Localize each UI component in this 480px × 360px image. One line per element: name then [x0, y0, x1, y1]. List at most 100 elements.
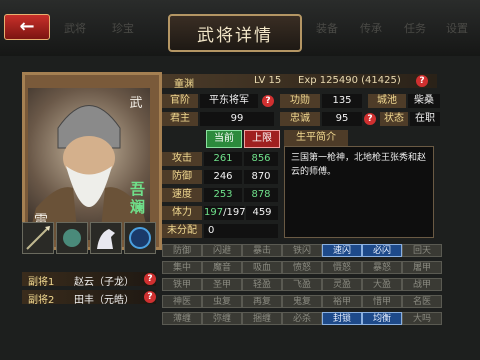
skill-cell[interactable]: 速闪 [322, 244, 362, 257]
defense-current: 246 [204, 170, 242, 184]
skill-cell[interactable]: 虫复 [202, 295, 242, 308]
spear-icon [26, 226, 50, 250]
rank-value: 平东将军 [200, 94, 258, 108]
skill-cell[interactable]: 惜甲 [362, 295, 402, 308]
loyalty-label: 忠诚 [280, 112, 320, 126]
skill-cell[interactable]: 必杀 [282, 312, 322, 325]
unassigned-label: 未分配 [162, 224, 202, 238]
skill-cell[interactable]: 均衡 [362, 312, 402, 325]
attack-current: 261 [204, 152, 242, 166]
skill-cell[interactable]: 铁甲 [162, 278, 202, 291]
skill-cell[interactable]: 愤怒 [282, 261, 322, 274]
attack-max: 856 [244, 152, 278, 166]
attack-label: 攻击 [162, 152, 202, 166]
arrow-left-icon: ← [19, 16, 35, 37]
limit-button[interactable]: 上限 [244, 130, 280, 148]
skill-cell[interactable]: 再复 [242, 295, 282, 308]
ghost-tab: 装备 [316, 22, 338, 35]
treasure-slot[interactable] [124, 222, 156, 254]
lieutenant-label: 副将2 [28, 295, 55, 306]
skill-cell[interactable]: 闪避 [202, 244, 242, 257]
skill-cell[interactable]: 魔音 [202, 261, 242, 274]
skill-cell[interactable]: 暴怒 [362, 261, 402, 274]
skill-cell[interactable]: 铁闪 [282, 244, 322, 257]
exp-text: Exp 125490 (41425) [298, 75, 401, 86]
skill-cell[interactable]: 吸血 [242, 261, 282, 274]
city-value: 柴桑 [408, 94, 440, 108]
hp-label: 体力 [162, 206, 202, 220]
rank-help-icon[interactable]: ? [262, 95, 274, 107]
unassigned-value: 0 [204, 224, 278, 238]
exp-help-icon[interactable]: ? [416, 75, 428, 87]
speed-current: 253 [204, 188, 242, 202]
armor-icon [63, 229, 81, 247]
back-button[interactable]: ← [4, 14, 50, 40]
hp-current: 197 [204, 207, 224, 218]
ghost-tab: 设置 [446, 22, 468, 35]
skill-cell[interactable]: 战甲 [402, 278, 442, 291]
skill-cell[interactable]: 捆缠 [242, 312, 282, 325]
hp-current-group: 197/197 [204, 206, 246, 220]
ghost-tab: 珍宝 [112, 22, 134, 35]
ghost-tab: 传承 [360, 22, 382, 35]
spear-slot[interactable] [22, 222, 54, 254]
skill-cell[interactable]: 慑怒 [322, 261, 362, 274]
skill-cell[interactable]: 回天 [402, 244, 442, 257]
skill-cell[interactable]: 集中 [162, 261, 202, 274]
general-calligraphy: 吾斓 [130, 180, 146, 216]
lieutenant2-help-icon[interactable]: ? [144, 291, 156, 303]
city-label: 城池 [368, 94, 406, 108]
skill-cell[interactable]: 灵盈 [322, 278, 362, 291]
skill-cell[interactable]: 大吗 [402, 312, 442, 325]
level-text: LV 15 [254, 75, 282, 86]
status-label: 状态 [380, 112, 408, 126]
skill-cell[interactable]: 封锁 [322, 312, 362, 325]
skill-cell[interactable]: 鬼复 [282, 295, 322, 308]
hp-max: 459 [246, 206, 278, 220]
lieutenant-name: 田丰（元皓） [74, 295, 134, 306]
lieutenant-row[interactable]: 副将2 田丰（元皓） [22, 290, 156, 306]
general-name: 童渊 [174, 79, 194, 90]
defense-label: 防御 [162, 170, 202, 184]
lieutenant-label: 副将1 [28, 277, 55, 288]
bio-text: 三国第一枪神，北地枪王张秀和赵云的师傅。 [284, 146, 434, 238]
skill-cell[interactable]: 屠甲 [402, 261, 442, 274]
rank-label: 官阶 [162, 94, 198, 108]
skill-cell[interactable]: 薄缠 [162, 312, 202, 325]
skill-cell[interactable]: 必闪 [362, 244, 402, 257]
skill-cell[interactable]: 神医 [162, 295, 202, 308]
status-value: 在职 [410, 112, 440, 126]
loyalty-value: 95 [322, 112, 362, 126]
lieutenant1-help-icon[interactable]: ? [144, 273, 156, 285]
merit-value: 135 [322, 94, 362, 108]
bio-title: 生平简介 [284, 130, 348, 146]
speed-max: 878 [244, 188, 278, 202]
merit-label: 功勋 [280, 94, 320, 108]
skill-cell[interactable]: 裕甲 [322, 295, 362, 308]
skill-cell[interactable]: 轻盈 [242, 278, 282, 291]
ghost-tab: 武将 [64, 22, 86, 35]
defense-max: 870 [244, 170, 278, 184]
ghost-tab: 任务 [404, 22, 426, 35]
loyalty-help-icon[interactable]: ? [364, 113, 376, 125]
skill-cell[interactable]: 暴击 [242, 244, 282, 257]
speed-label: 速度 [162, 188, 202, 202]
skill-cell[interactable]: 大盈 [362, 278, 402, 291]
general-header: 童渊 LV 15 Exp 125490 (41425) [162, 74, 437, 90]
mount-slot[interactable] [90, 222, 122, 254]
skill-cell[interactable]: 飞盈 [282, 278, 322, 291]
lord-label: 君主 [162, 112, 198, 126]
lieutenant-name: 赵云（子龙） [74, 277, 134, 288]
skill-cell[interactable]: 弥缠 [202, 312, 242, 325]
skill-cell[interactable]: 圣甲 [202, 278, 242, 291]
element-tag: 武 [129, 96, 143, 111]
lieutenant-row[interactable]: 副将1 赵云（子龙） [22, 272, 156, 288]
hp-total: /197 [223, 207, 246, 218]
page-title: 武将详情 [168, 14, 302, 52]
skill-cell[interactable]: 名医 [402, 295, 442, 308]
armor-slot[interactable] [56, 222, 88, 254]
lord-value: 99 [200, 112, 274, 126]
current-button[interactable]: 当前 [206, 130, 242, 148]
horse-icon [97, 229, 115, 249]
skill-cell[interactable]: 防御 [162, 244, 202, 257]
